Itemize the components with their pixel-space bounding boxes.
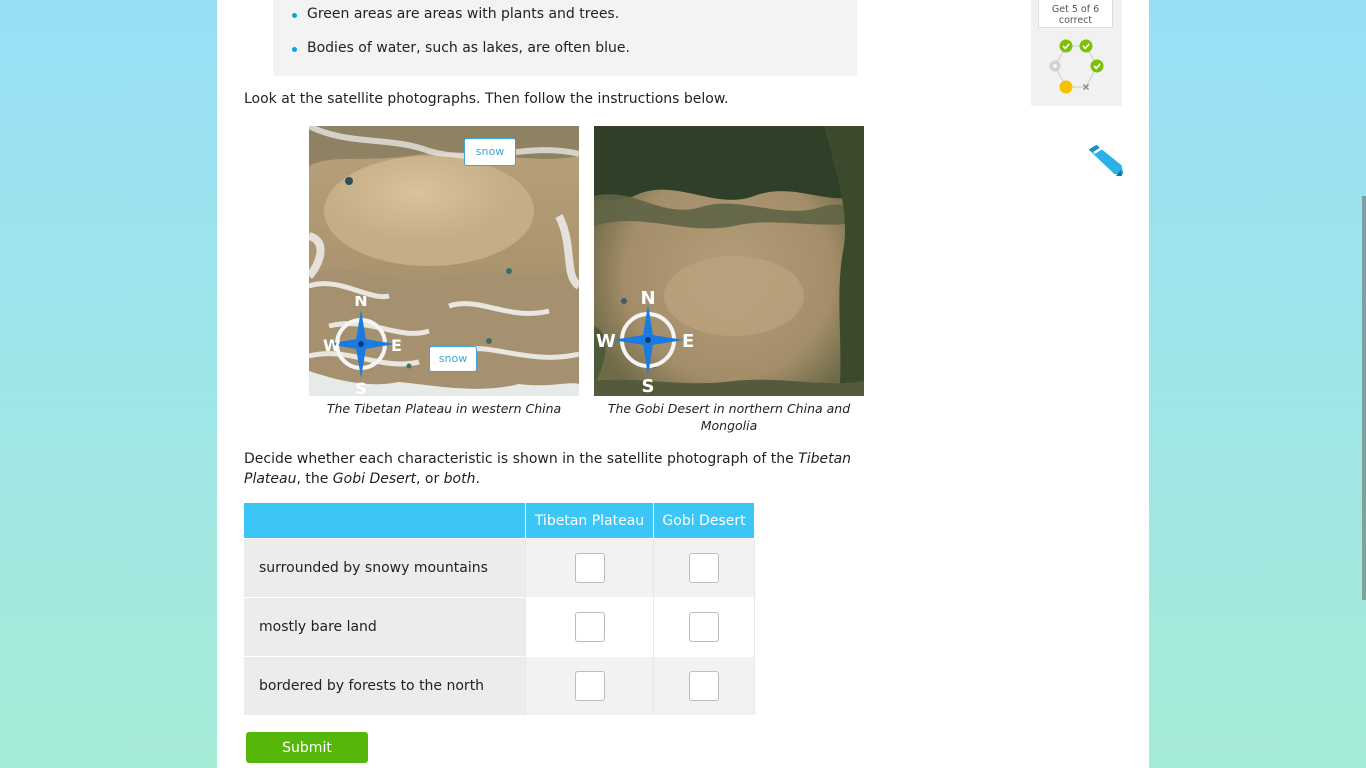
question-part: Decide whether each characteristic is sh… xyxy=(244,451,799,467)
goal-line: Get 5 of 6 xyxy=(1051,4,1100,15)
hint-item: Bodies of water, such as lakes, are ofte… xyxy=(292,40,630,56)
compass-rose-icon: N S W E xyxy=(596,288,694,396)
current-question-dot xyxy=(1059,80,1073,94)
column-header: Gobi Desert xyxy=(653,503,755,539)
question-part: , or xyxy=(415,471,444,487)
checkbox-cell xyxy=(525,597,654,657)
submit-button[interactable]: Submit xyxy=(246,732,368,763)
question-part: , the xyxy=(296,471,333,487)
hint-item: Green areas are areas with plants and tr… xyxy=(291,6,620,22)
gobi-desert-checkbox[interactable] xyxy=(689,612,719,642)
correct-check-icon xyxy=(1090,59,1104,73)
hint-box: Green areas are areas with plants and tr… xyxy=(273,0,857,76)
svg-text:N: N xyxy=(354,296,367,310)
question-part: . xyxy=(475,471,480,487)
tibetan-plateau-checkbox[interactable] xyxy=(574,612,605,642)
goal-line: correct xyxy=(1058,15,1093,26)
snow-label: snow xyxy=(429,346,477,372)
characteristics-table: Tibetan Plateau Gobi Desert surrounded b… xyxy=(244,503,755,715)
question-text: Decide whether each characteristic is sh… xyxy=(244,449,884,489)
photo-caption: The Gobi Desert in northern China and Mo… xyxy=(607,401,851,433)
checkbox-cell xyxy=(653,597,755,657)
svg-text:S: S xyxy=(642,376,655,396)
table-header-empty xyxy=(244,503,526,539)
progress-widget: Get 5 of 6 correct xyxy=(1031,0,1122,106)
page-scrollbar[interactable] xyxy=(1362,196,1366,600)
svg-text:W: W xyxy=(323,336,341,355)
checkbox-cell xyxy=(653,656,755,715)
row-label: surrounded by snowy mountains xyxy=(244,538,526,598)
photo-caption: The Tibetan Plateau in western China xyxy=(326,401,562,416)
column-header: Tibetan Plateau xyxy=(525,503,654,539)
correct-check-icon xyxy=(1059,39,1073,53)
question-emphasis: Gobi Desert xyxy=(332,471,416,487)
gobi-desert-photo: N S W E xyxy=(594,126,864,396)
goal-label: Get 5 of 6 correct xyxy=(1038,0,1113,28)
svg-text:E: E xyxy=(682,331,694,352)
checkbox-cell xyxy=(653,538,755,598)
table-row: mostly bare land xyxy=(244,597,755,657)
question-emphasis: both xyxy=(443,471,476,487)
checkbox-cell xyxy=(525,656,654,715)
svg-text:E: E xyxy=(391,336,402,355)
tibetan-plateau-photo: snow snow N S W E xyxy=(309,126,579,396)
table-row: bordered by forests to the north xyxy=(244,656,755,715)
practice-page: Green areas are areas with plants and tr… xyxy=(217,0,1149,768)
checkbox-cell xyxy=(525,538,654,598)
svg-text:W: W xyxy=(596,331,616,352)
table-row: surrounded by snowy mountains xyxy=(244,538,755,598)
compass-rose-icon: N S W E xyxy=(323,296,402,396)
svg-text:N: N xyxy=(640,288,655,309)
instructions-text: Look at the satellite photographs. Then … xyxy=(244,91,729,107)
correct-check-icon xyxy=(1079,39,1093,53)
progress-ring-icon xyxy=(1049,39,1104,94)
snow-label: snow xyxy=(464,138,516,166)
table-header-row: Tibetan Plateau Gobi Desert xyxy=(244,503,755,539)
row-label: bordered by forests to the north xyxy=(244,656,526,715)
tibetan-plateau-checkbox[interactable] xyxy=(574,553,605,583)
svg-text:S: S xyxy=(355,379,367,396)
tibetan-plateau-checkbox[interactable] xyxy=(574,671,605,701)
gobi-desert-checkbox[interactable] xyxy=(689,671,719,701)
pencil-icon[interactable] xyxy=(1086,142,1124,180)
gobi-desert-checkbox[interactable] xyxy=(689,553,719,583)
row-label: mostly bare land xyxy=(244,597,526,657)
